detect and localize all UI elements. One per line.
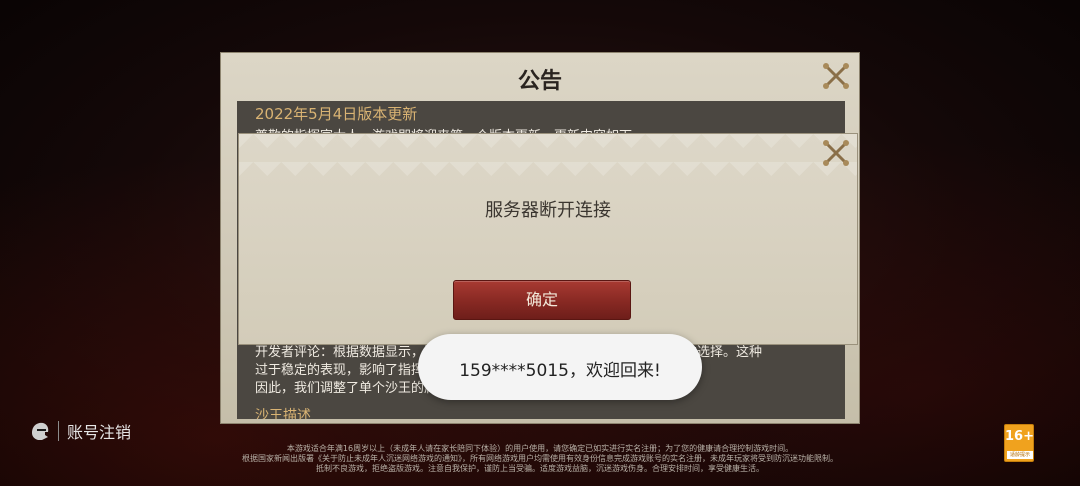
helmet-icon [28,419,52,443]
divider [58,421,59,441]
age-rating-badge[interactable]: 16+ 适龄提示 [1004,424,1034,462]
legal-line: 本游戏适合年满16周岁以上（未成年人请在家长陪同下体验）的用户使用，请您确定已如… [286,444,794,453]
dialog-close-icon[interactable] [821,138,851,168]
announcement-close-icon[interactable] [821,61,851,91]
legal-line: 根据国家新闻出版署《关于防止未成年人沉迷网络游戏的通知》，所有网络游戏用户均需使… [242,454,838,463]
disconnect-dialog: 服务器断开连接 确定 [238,133,858,345]
age-rating-caption: 适龄提示 [1007,451,1033,459]
legal-notice: 本游戏适合年满16周岁以上（未成年人请在家长陪同下体验）的用户使用，请您确定已如… [150,444,930,474]
legal-line: 抵制不良游戏，拒绝盗版游戏。注意自我保护，谨防上当受骗。适度游戏益脑，沉迷游戏伤… [316,464,764,473]
announcement-title: 公告 [517,69,562,94]
welcome-toast: 159****5015，欢迎回来! [418,334,702,400]
age-rating-number: 16+ [1005,429,1034,444]
account-logout[interactable]: 账号注销 [28,418,131,444]
dialog-message: 服务器断开连接 [485,200,611,221]
dialog-pattern [239,134,857,184]
announcement-header: 2022年5月4日版本更新 [255,105,418,123]
account-logout-label: 账号注销 [67,423,132,442]
announcement-section-heading: 沙王描述 [255,408,311,419]
confirm-button[interactable]: 确定 [453,280,631,320]
toast-text: 159****5015，欢迎回来! [459,361,661,381]
